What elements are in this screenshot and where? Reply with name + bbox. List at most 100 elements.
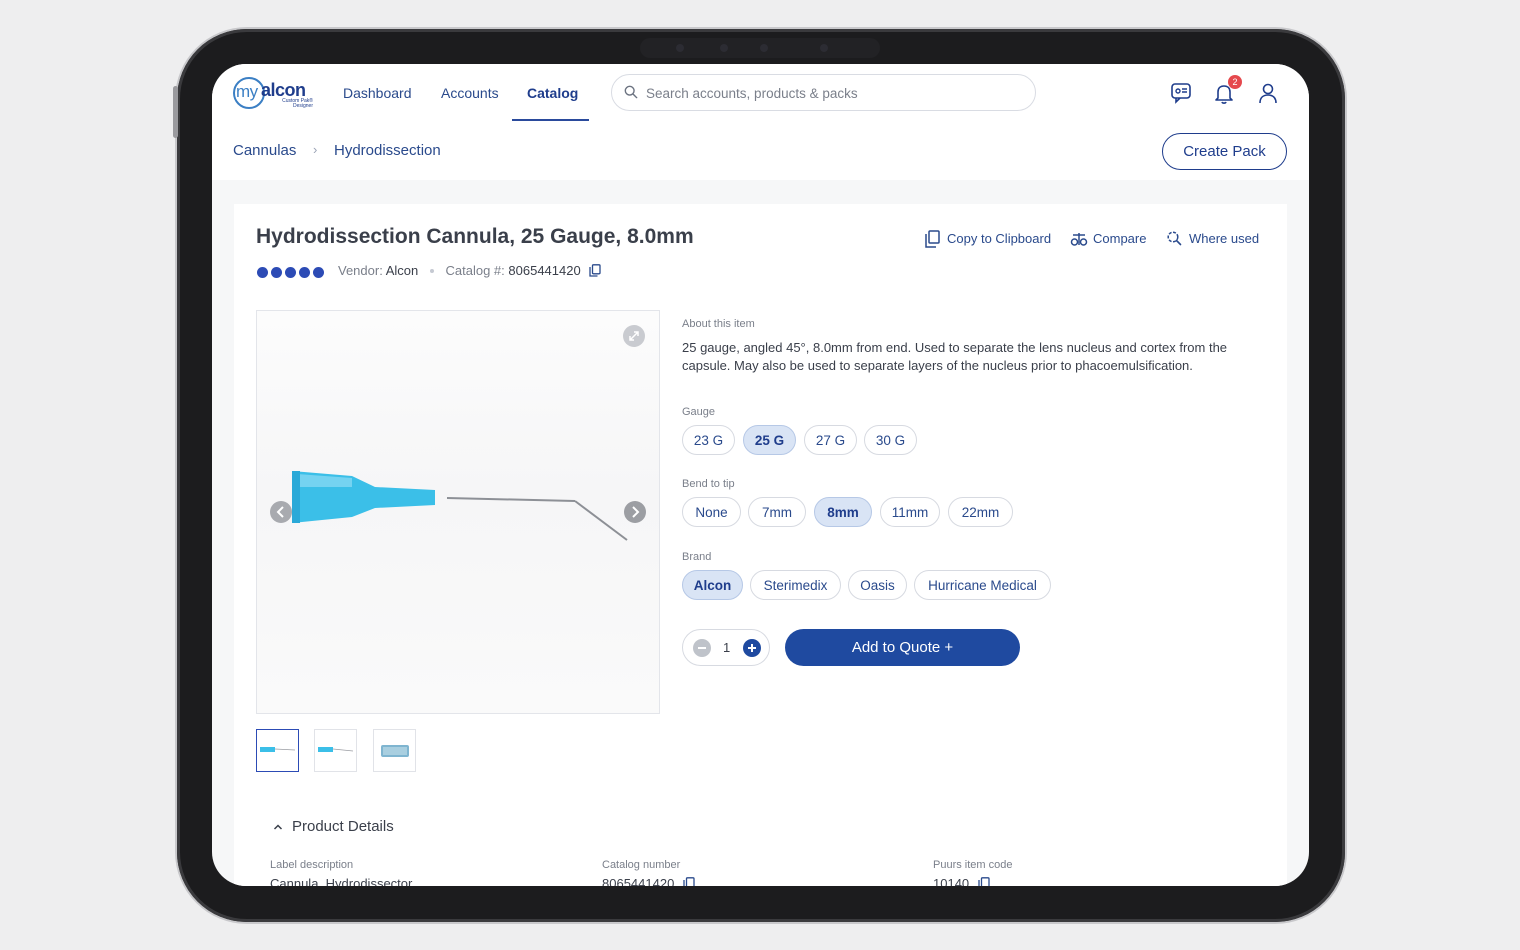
- quantity-stepper: 1: [682, 629, 770, 666]
- detail-label-description: Label description Cannula, Hydrodissecto…: [270, 859, 412, 886]
- bend-option[interactable]: None: [682, 497, 741, 527]
- where-used-label: Where used: [1189, 231, 1260, 246]
- detail-label: Catalog number: [602, 859, 681, 871]
- product-meta: Vendor: Alcon Catalog #: 8065441420: [338, 263, 601, 278]
- meta-separator: [429, 269, 434, 273]
- chevron-left-icon: [276, 506, 284, 518]
- search-input[interactable]: [646, 83, 1016, 103]
- vendor-value: Alcon: [385, 263, 419, 278]
- logo-subtitle: Custom Pak® Designer: [282, 98, 313, 109]
- bend-option[interactable]: 7mm: [748, 497, 806, 527]
- nav-accounts[interactable]: Accounts: [441, 85, 499, 121]
- rating-dot: [257, 267, 268, 278]
- image-thumbnail[interactable]: [256, 729, 299, 772]
- where-used-link[interactable]: Where used: [1166, 230, 1264, 248]
- gauge-label: Gauge: [682, 406, 716, 418]
- rating-dot: [285, 267, 296, 278]
- brand-label: Brand: [682, 551, 712, 563]
- compare-label: Compare: [1093, 231, 1147, 246]
- catalog-label: Catalog #:: [445, 263, 505, 278]
- rating-dot: [271, 267, 282, 278]
- next-image-button[interactable]: [624, 501, 646, 523]
- compare-link[interactable]: Compare: [1070, 230, 1152, 248]
- cannula-image: [292, 471, 628, 541]
- prev-image-button[interactable]: [270, 501, 292, 523]
- brand-option[interactable]: Oasis: [848, 570, 907, 600]
- bend-label: Bend to tip: [682, 478, 735, 490]
- detail-value: Cannula, Hydrodissector: [270, 876, 413, 886]
- decrement-button[interactable]: [693, 639, 711, 657]
- camera-bar: [640, 38, 880, 58]
- product-card: Hydrodissection Cannula, 25 Gauge, 8.0mm…: [234, 204, 1287, 886]
- detail-value: 10140: [933, 876, 1012, 886]
- nav-catalog[interactable]: Catalog: [527, 85, 578, 121]
- camera-lens: [720, 44, 728, 52]
- detail-puurs-code: Puurs item code 10140: [933, 859, 1012, 886]
- breadcrumb-separator: ›: [313, 142, 318, 157]
- copy-to-clipboard-link[interactable]: Copy to Clipboard: [924, 230, 1059, 248]
- copy-icon[interactable]: [978, 877, 990, 886]
- user-icon[interactable]: [1255, 80, 1281, 106]
- image-thumbnail[interactable]: [373, 729, 416, 772]
- bend-option[interactable]: 22mm: [948, 497, 1013, 527]
- minus-icon: [698, 647, 706, 649]
- brand-option[interactable]: Alcon: [682, 570, 743, 600]
- scale-icon: [1070, 233, 1088, 246]
- copy-icon[interactable]: [683, 877, 695, 886]
- brand-option[interactable]: Hurricane Medical: [914, 570, 1051, 600]
- rating-dot: [299, 267, 310, 278]
- expand-image-button[interactable]: [623, 325, 645, 347]
- thumbnail-cannula: [260, 747, 296, 752]
- catalog-number: 8065441420: [508, 263, 581, 278]
- camera-sensor: [760, 44, 768, 52]
- top-navigation: my alcon Custom Pak® Designer Dashboard …: [212, 64, 1309, 180]
- bend-option[interactable]: 11mm: [880, 497, 940, 527]
- brand-option[interactable]: Sterimedix: [750, 570, 841, 600]
- myalcon-logo[interactable]: my alcon Custom Pak® Designer: [233, 76, 313, 110]
- image-thumbnail[interactable]: [314, 729, 357, 772]
- detail-label: Label description: [270, 859, 354, 871]
- nav-dashboard[interactable]: Dashboard: [343, 85, 412, 121]
- expand-icon: [629, 331, 639, 341]
- chevron-up-icon: [273, 824, 283, 830]
- search-bar[interactable]: [611, 74, 1036, 111]
- bend-option[interactable]: 8mm: [814, 497, 872, 527]
- gauge-option[interactable]: 23 G: [682, 425, 735, 455]
- search-icon: [624, 85, 638, 99]
- gauge-option[interactable]: 25 G: [743, 425, 796, 455]
- create-pack-button[interactable]: Create Pack: [1162, 133, 1287, 170]
- product-details-title: Product Details: [292, 818, 394, 835]
- quantity-value[interactable]: 1: [723, 640, 730, 655]
- breadcrumb-cannulas[interactable]: Cannulas: [233, 142, 296, 159]
- search-usage-icon: [1167, 231, 1182, 246]
- detail-value-text: 10140: [933, 876, 970, 886]
- product-title: Hydrodissection Cannula, 25 Gauge, 8.0mm: [256, 225, 694, 248]
- thumbnail-packaging: [381, 745, 409, 757]
- chevron-right-icon: [632, 506, 640, 518]
- about-label: About this item: [682, 318, 755, 330]
- add-to-quote-button[interactable]: Add to Quote +: [785, 629, 1020, 666]
- breadcrumb-hydrodissection[interactable]: Hydrodissection: [334, 142, 441, 159]
- nav-active-indicator: [512, 119, 589, 121]
- product-details-toggle[interactable]: Product Details: [272, 818, 394, 835]
- copy-to-clipboard-label: Copy to Clipboard: [947, 231, 1052, 246]
- logo-my: my: [236, 82, 258, 101]
- gauge-option[interactable]: 30 G: [864, 425, 917, 455]
- camera-sensor: [820, 44, 828, 52]
- thumbnail-cannula: [318, 747, 354, 752]
- tablet-side-button: [173, 86, 178, 138]
- notification-badge: 2: [1228, 75, 1242, 89]
- chat-icon[interactable]: [1168, 80, 1194, 106]
- about-text: 25 gauge, angled 45°, 8.0mm from end. Us…: [682, 340, 1228, 373]
- camera-sensor: [676, 44, 684, 52]
- detail-label: Puurs item code: [933, 859, 1013, 871]
- product-image-gallery[interactable]: [256, 310, 660, 714]
- increment-button[interactable]: [743, 639, 761, 657]
- detail-value-text: 8065441420: [602, 876, 675, 886]
- detail-catalog-number: Catalog number 8065441420: [602, 859, 695, 886]
- plus-icon: [748, 644, 756, 652]
- gauge-option[interactable]: 27 G: [804, 425, 857, 455]
- copy-icon[interactable]: [589, 264, 601, 277]
- vendor-label: Vendor:: [338, 263, 383, 278]
- rating-dot: [313, 267, 324, 278]
